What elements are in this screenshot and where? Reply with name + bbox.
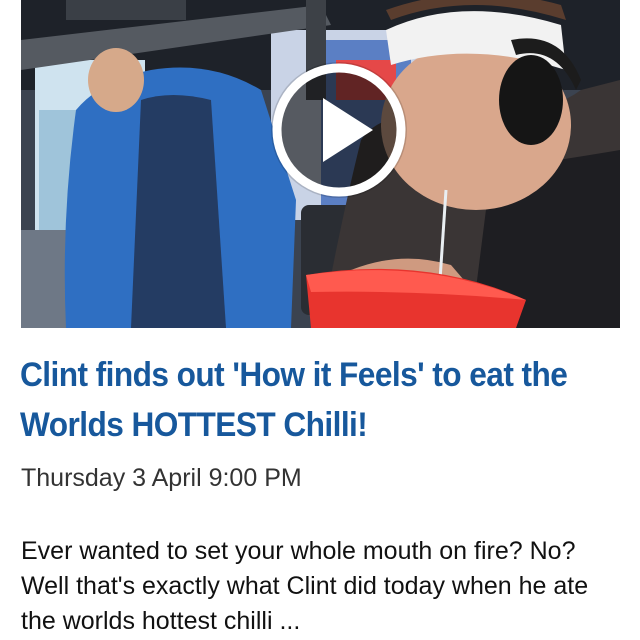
article-summary: Ever wanted to set your whole mouth on f… <box>21 537 589 635</box>
video-thumbnail[interactable] <box>21 0 620 328</box>
play-icon <box>272 63 406 197</box>
article-card[interactable]: Clint finds out 'How it Feels' to eat th… <box>0 0 640 640</box>
article-headline[interactable]: Clint finds out 'How it Feels' to eat th… <box>20 350 615 450</box>
play-button[interactable] <box>271 62 407 198</box>
article-date: Thursday 3 April 9:00 PM <box>21 464 302 492</box>
